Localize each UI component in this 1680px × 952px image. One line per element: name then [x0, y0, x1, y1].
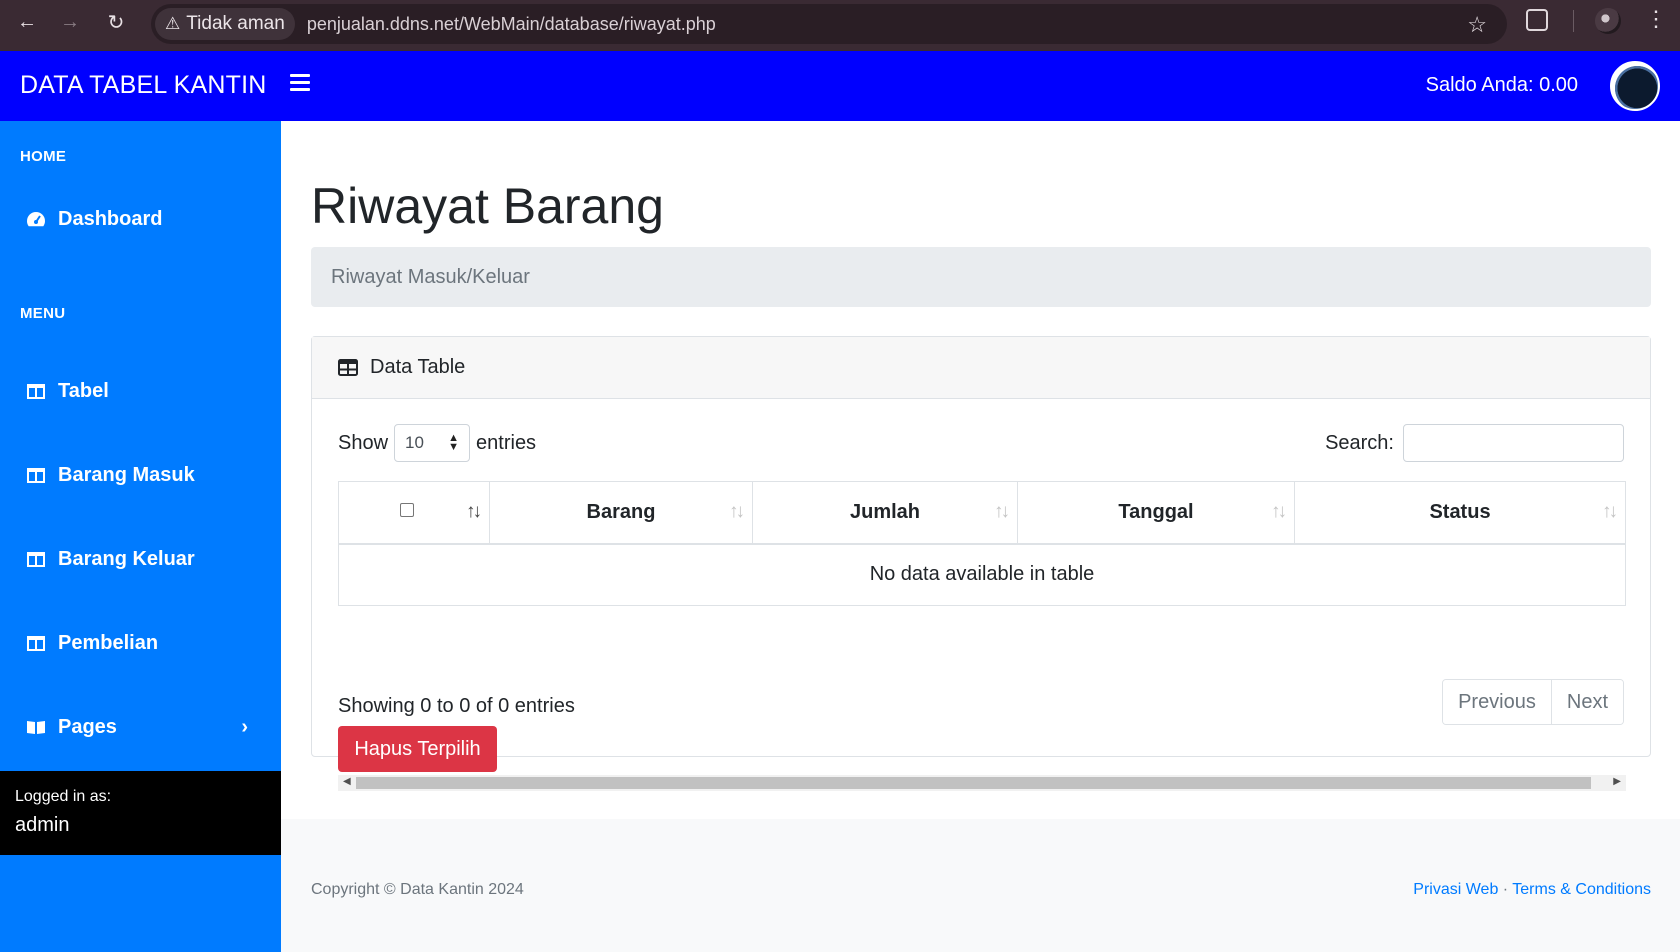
table-header-row: ↑↓ Barang ↑↓ Jumlah ↑↓ Tanggal ↑↓ Status… [338, 481, 1626, 545]
table-icon [338, 359, 358, 376]
sort-icon: ↑↓ [1602, 501, 1618, 522]
search-input[interactable] [1403, 424, 1624, 462]
privacy-link[interactable]: Privasi Web [1413, 881, 1498, 898]
entries-select[interactable]: 10 ▲ ▼ [394, 424, 471, 462]
column-label: Jumlah [849, 500, 921, 523]
sidebar-item-label: Tabel [58, 379, 109, 402]
footer-links: Privasi Web · Terms & Conditions [1413, 881, 1651, 899]
select-arrows-icon: ▲ ▼ [448, 432, 460, 453]
sidebar-item-dashboard[interactable]: Dashboard [26, 199, 266, 239]
breadcrumb: Riwayat Masuk/Keluar [311, 247, 1651, 307]
terms-link[interactable]: Terms & Conditions [1512, 881, 1651, 898]
back-icon[interactable]: ← [12, 7, 42, 37]
empty-table-message: No data available in table [338, 543, 1626, 606]
sidebar-item-barang-keluar[interactable]: Barang Keluar [26, 539, 266, 579]
main-content: Riwayat Barang Riwayat Masuk/Keluar Data… [281, 121, 1680, 952]
url-text[interactable]: penjualan.ddns.net/WebMain/database/riwa… [307, 14, 716, 35]
browser-toolbar: ← → ↻ ⚠ Tidak aman penjualan.ddns.net/We… [0, 0, 1680, 51]
sidebar-item-label: Barang Keluar [58, 547, 195, 570]
scrollbar-thumb[interactable] [356, 777, 1591, 789]
book-open-icon [26, 719, 46, 735]
column-label: Tanggal [1118, 500, 1194, 523]
search-label: Search: [1325, 431, 1394, 454]
sort-icon: ↑↓ [729, 501, 745, 522]
column-label: Barang [586, 500, 656, 523]
select-all-checkbox[interactable] [400, 503, 414, 517]
navbar-brand[interactable]: DATA TABEL KANTIN [20, 71, 267, 100]
sidebar-heading-menu: MENU [20, 305, 66, 322]
logged-in-user: admin [15, 814, 70, 836]
entries-label: entries [476, 431, 537, 454]
sort-icon: ↑↓ [466, 501, 482, 522]
sidebar-item-pembelian[interactable]: Pembelian [26, 623, 266, 663]
data-table-card: Data Table Show 10 ▲ ▼ entries Search: ↑… [311, 336, 1651, 791]
show-label: Show [338, 431, 389, 454]
sidebar: HOME Dashboard MENU Tabel Barang Masuk B… [0, 121, 281, 952]
security-indicator[interactable]: ⚠ Tidak aman [155, 8, 295, 40]
table-row: No data available in table [338, 543, 1626, 606]
column-header-select[interactable]: ↑↓ [338, 481, 490, 545]
logged-in-label: Logged in as: [15, 788, 112, 805]
reload-icon[interactable]: ↻ [101, 7, 131, 37]
more-menu-icon[interactable]: ⋮ [1645, 6, 1667, 32]
copyright-text: Copyright © Data Kantin 2024 [311, 881, 524, 898]
sidebar-heading-home: HOME [20, 148, 67, 165]
entries-length-control: Show 10 ▲ ▼ entries [338, 424, 536, 462]
scroll-left-icon[interactable]: ◀ [343, 776, 351, 787]
footer-separator: · [1502, 881, 1509, 898]
page-footer: Copyright © Data Kantin 2024 Privasi Web… [281, 819, 1680, 952]
tachometer-icon [26, 211, 46, 227]
card-title: Data Table [370, 356, 466, 378]
chevron-right-icon: › [241, 715, 248, 738]
pagination: Previous Next [1442, 679, 1624, 725]
column-header-tanggal[interactable]: Tanggal ↑↓ [1017, 481, 1295, 545]
sidebar-item-label: Pages [58, 715, 117, 738]
sidebar-item-label: Pembelian [58, 631, 159, 654]
entries-select-value: 10 [405, 433, 424, 452]
column-header-status[interactable]: Status ↑↓ [1294, 481, 1626, 545]
address-bar[interactable]: ⚠ Tidak aman penjualan.ddns.net/WebMain/… [151, 4, 1507, 44]
toolbar-divider [1573, 10, 1574, 32]
column-header-jumlah[interactable]: Jumlah ↑↓ [752, 481, 1018, 545]
card-header: Data Table [312, 337, 1650, 399]
column-label: Status [1429, 500, 1491, 523]
sidebar-item-label: Barang Masuk [58, 463, 195, 486]
sort-icon: ↑↓ [994, 501, 1010, 522]
profile-avatar[interactable] [1595, 8, 1621, 34]
table-search: Search: [1325, 424, 1624, 462]
breadcrumb-item: Riwayat Masuk/Keluar [331, 265, 530, 288]
sidebar-item-barang-masuk[interactable]: Barang Masuk [26, 455, 266, 495]
previous-page-button[interactable]: Previous [1443, 680, 1551, 724]
columns-icon [26, 383, 46, 399]
page-title: Riwayat Barang [311, 178, 664, 234]
scroll-right-icon[interactable]: ▶ [1613, 776, 1621, 787]
warning-icon: ⚠ [165, 14, 181, 33]
bookmark-star-icon[interactable]: ☆ [1467, 12, 1487, 38]
sidebar-item-tabel[interactable]: Tabel [26, 371, 266, 411]
top-navbar: DATA TABEL KANTIN Saldo Anda: 0.00 [0, 51, 1680, 121]
delete-selected-button[interactable]: Hapus Terpilih [338, 726, 497, 772]
data-table: ↑↓ Barang ↑↓ Jumlah ↑↓ Tanggal ↑↓ Status… [338, 481, 1626, 606]
sidebar-toggle-icon[interactable] [290, 74, 310, 94]
user-avatar[interactable] [1610, 61, 1660, 111]
sidebar-item-pages[interactable]: Pages › [26, 707, 266, 747]
columns-icon [26, 551, 46, 567]
balance-text: Saldo Anda: 0.00 [1425, 74, 1578, 96]
columns-icon [26, 635, 46, 651]
next-page-button[interactable]: Next [1550, 680, 1623, 724]
sidebar-item-label: Dashboard [58, 207, 163, 230]
columns-icon [26, 467, 46, 483]
forward-icon[interactable]: → [55, 7, 85, 37]
sidebar-footer: Logged in as: admin [0, 771, 281, 855]
extensions-icon[interactable] [1526, 9, 1548, 31]
column-header-barang[interactable]: Barang ↑↓ [489, 481, 753, 545]
sort-icon: ↑↓ [1271, 501, 1287, 522]
horizontal-scrollbar[interactable]: ◀ ▶ [338, 775, 1626, 791]
table-info: Showing 0 to 0 of 0 entries [338, 695, 575, 717]
security-label: Tidak aman [186, 13, 285, 34]
